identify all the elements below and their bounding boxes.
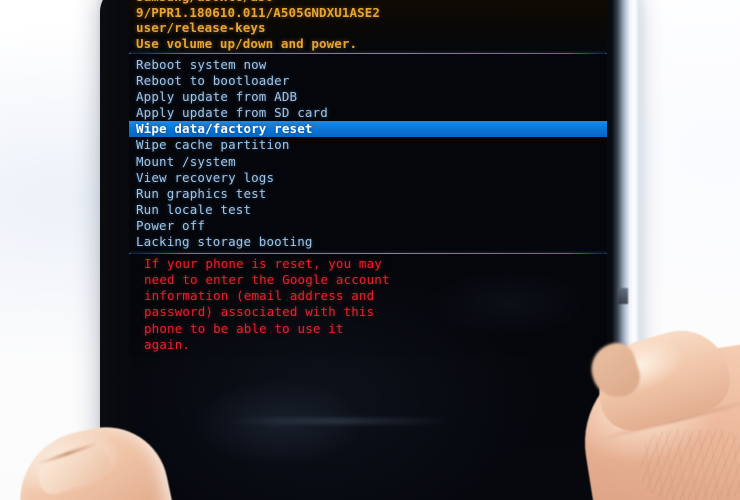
screen-reflection-mid (429, 268, 589, 338)
menu-item-wipe-cache-partition[interactable]: Wipe cache partition (129, 137, 607, 153)
right-hand-texture (640, 430, 740, 500)
recovery-header: Android Recovery samsung/a50xtc/a50 9/PP… (129, 0, 607, 53)
header-build-line: 9/PPR1.180610.011/A505GNDXU1ASE2 (136, 4, 381, 20)
menu-item-apply-update-from-sd-card[interactable]: Apply update from SD card (129, 105, 607, 121)
menu-item-reboot-system-now[interactable]: Reboot system now (129, 57, 607, 73)
phone-screen: Android Recovery samsung/a50xtc/a50 9/PP… (129, 0, 607, 500)
menu-item-reboot-to-bootloader[interactable]: Reboot to bootloader (129, 73, 607, 89)
header-instruction-line: Use volume up/down and power. (136, 35, 358, 51)
screen-reflection-streak (225, 418, 455, 424)
menu-item-mount-system[interactable]: Mount /system (129, 154, 607, 170)
photo-scene: Android Recovery samsung/a50xtc/a50 9/PP… (0, 0, 740, 500)
menu-item-view-recovery-logs[interactable]: View recovery logs (129, 170, 607, 186)
menu-item-power-off[interactable]: Power off (129, 218, 607, 234)
notice-line-6: again. (144, 336, 191, 352)
phone-power-button[interactable] (618, 288, 628, 304)
recovery-menu: Reboot system now Reboot to bootloader A… (129, 54, 607, 254)
menu-item-lacking-storage-booting[interactable]: Lacking storage booting (129, 234, 607, 250)
menu-item-run-graphics-test[interactable]: Run graphics test (129, 186, 607, 202)
menu-item-run-locale-test[interactable]: Run locale test (129, 202, 607, 218)
menu-item-apply-update-from-adb[interactable]: Apply update from ADB (129, 89, 607, 105)
header-keys-line: user/release-keys (136, 20, 266, 35)
menu-item-wipe-data-factory-reset[interactable]: Wipe data/factory reset (129, 121, 607, 138)
